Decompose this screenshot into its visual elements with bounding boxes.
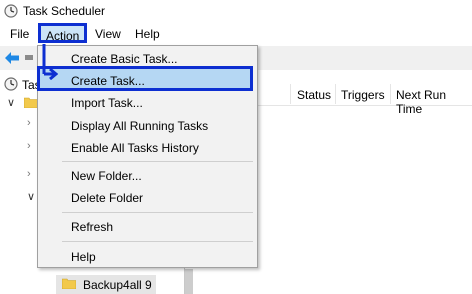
menu-item-refresh[interactable]: Refresh (71, 220, 113, 234)
clock-icon (4, 4, 18, 18)
menu-item-new-folder[interactable]: New Folder... (71, 169, 142, 183)
menu-item-display-running-tasks[interactable]: Display All Running Tasks (71, 119, 208, 133)
menu-item-create-task[interactable]: Create Task... (71, 74, 145, 88)
menu-item-import-task[interactable]: Import Task... (71, 96, 143, 110)
column-next-run-time[interactable]: Next Run Time (396, 88, 472, 116)
column-triggers[interactable]: Triggers (341, 88, 385, 102)
back-arrow-icon[interactable] (4, 51, 20, 65)
window-title: Task Scheduler (23, 4, 106, 18)
menu-separator (62, 161, 253, 162)
chevron-down-icon[interactable]: ∨ (27, 190, 35, 203)
menu-item-highlight[interactable] (37, 66, 253, 91)
menu-item-delete-folder[interactable]: Delete Folder (71, 191, 143, 205)
clock-icon (4, 77, 18, 91)
menu-separator (62, 241, 253, 242)
column-separator[interactable] (335, 84, 336, 104)
column-separator[interactable] (290, 84, 291, 104)
chevron-right-icon[interactable]: › (27, 117, 31, 129)
column-status[interactable]: Status (297, 88, 331, 102)
menu-action[interactable]: Action (38, 23, 87, 43)
menu-view[interactable]: View (90, 26, 126, 42)
tree-item-backup4all[interactable]: Backup4all 9 (83, 278, 152, 292)
folder-icon (62, 278, 76, 289)
menu-item-enable-tasks-history[interactable]: Enable All Tasks History (71, 141, 199, 155)
chevron-right-icon[interactable]: › (27, 140, 31, 152)
column-separator[interactable] (390, 84, 391, 104)
annotation-arrow-icon (42, 44, 58, 80)
menu-help[interactable]: Help (130, 26, 165, 42)
toolbar-button-icon[interactable] (25, 55, 33, 60)
chevron-down-icon[interactable]: ∨ (7, 96, 15, 109)
folder-icon (24, 97, 38, 108)
scrollbar-thumb[interactable] (185, 269, 193, 294)
menu-file[interactable]: File (5, 26, 34, 42)
menu-separator (62, 212, 253, 213)
menu-item-create-basic-task[interactable]: Create Basic Task... (71, 52, 178, 66)
menu-item-help[interactable]: Help (71, 250, 96, 264)
chevron-right-icon[interactable]: › (27, 168, 31, 180)
